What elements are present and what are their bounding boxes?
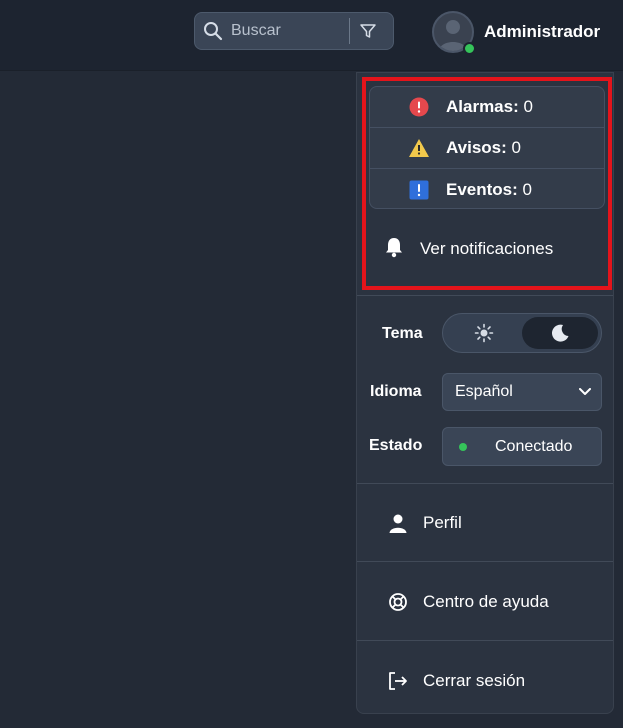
see-notifications-link[interactable]: Ver notificaciones xyxy=(384,231,553,267)
help-center-label: Centro de ayuda xyxy=(423,592,549,611)
notification-counts: Alarmas: 0 Avisos: 0 Eventos: 0 xyxy=(369,86,605,209)
search-box[interactable] xyxy=(194,12,394,50)
alarms-count-row[interactable]: Alarmas: 0 xyxy=(370,87,604,128)
sun-icon xyxy=(474,323,494,343)
status-label: Estado xyxy=(369,437,423,454)
online-status-dot xyxy=(463,42,476,55)
theme-label: Tema xyxy=(382,325,423,342)
chevron-down-icon xyxy=(579,383,591,401)
filter-icon[interactable] xyxy=(350,13,386,49)
top-bar: Administrador xyxy=(0,0,623,71)
alarm-icon xyxy=(408,96,430,118)
see-notifications-label: Ver notificaciones xyxy=(420,239,554,258)
logout-icon xyxy=(387,670,409,692)
search-input[interactable] xyxy=(231,13,349,49)
user-name: Administrador xyxy=(484,22,601,41)
warnings-label: Avisos: 0 xyxy=(446,138,521,157)
moon-icon xyxy=(552,324,569,342)
user-icon xyxy=(387,512,409,534)
profile-menu-item[interactable]: Perfil xyxy=(387,505,462,541)
user-menu-trigger[interactable]: Administrador xyxy=(432,10,601,55)
lifebuoy-icon xyxy=(387,591,409,613)
divider xyxy=(357,561,613,562)
events-label: Eventos: 0 xyxy=(446,179,532,199)
event-icon xyxy=(408,179,430,201)
language-value: Español xyxy=(455,383,513,400)
notifications-section: Alarmas: 0 Avisos: 0 Eventos: 0 Ver noti… xyxy=(362,77,612,290)
divider xyxy=(357,640,613,641)
theme-toggle[interactable] xyxy=(442,313,602,353)
divider xyxy=(357,483,613,484)
connection-status-value: Conectado xyxy=(495,437,573,455)
warning-icon xyxy=(408,137,430,159)
connected-dot xyxy=(459,442,467,451)
alarms-label: Alarmas: 0 xyxy=(446,97,533,116)
logout-label: Cerrar sesión xyxy=(423,671,526,690)
user-dropdown-menu: Alarmas: 0 Avisos: 0 Eventos: 0 Ver noti… xyxy=(356,72,614,714)
profile-label: Perfil xyxy=(423,513,462,532)
language-select[interactable]: Español xyxy=(442,373,602,411)
events-count-row[interactable]: Eventos: 0 xyxy=(370,169,604,210)
language-label: Idioma xyxy=(370,383,422,400)
dark-theme-option[interactable] xyxy=(522,317,598,349)
light-theme-option[interactable] xyxy=(446,317,522,349)
logout-menu-item[interactable]: Cerrar sesión xyxy=(387,663,525,699)
help-center-menu-item[interactable]: Centro de ayuda xyxy=(387,584,549,620)
connection-status-button[interactable]: Conectado xyxy=(442,427,602,466)
bell-icon xyxy=(384,236,404,263)
warnings-count-row[interactable]: Avisos: 0 xyxy=(370,128,604,169)
divider xyxy=(357,295,613,296)
search-icon xyxy=(195,13,231,49)
